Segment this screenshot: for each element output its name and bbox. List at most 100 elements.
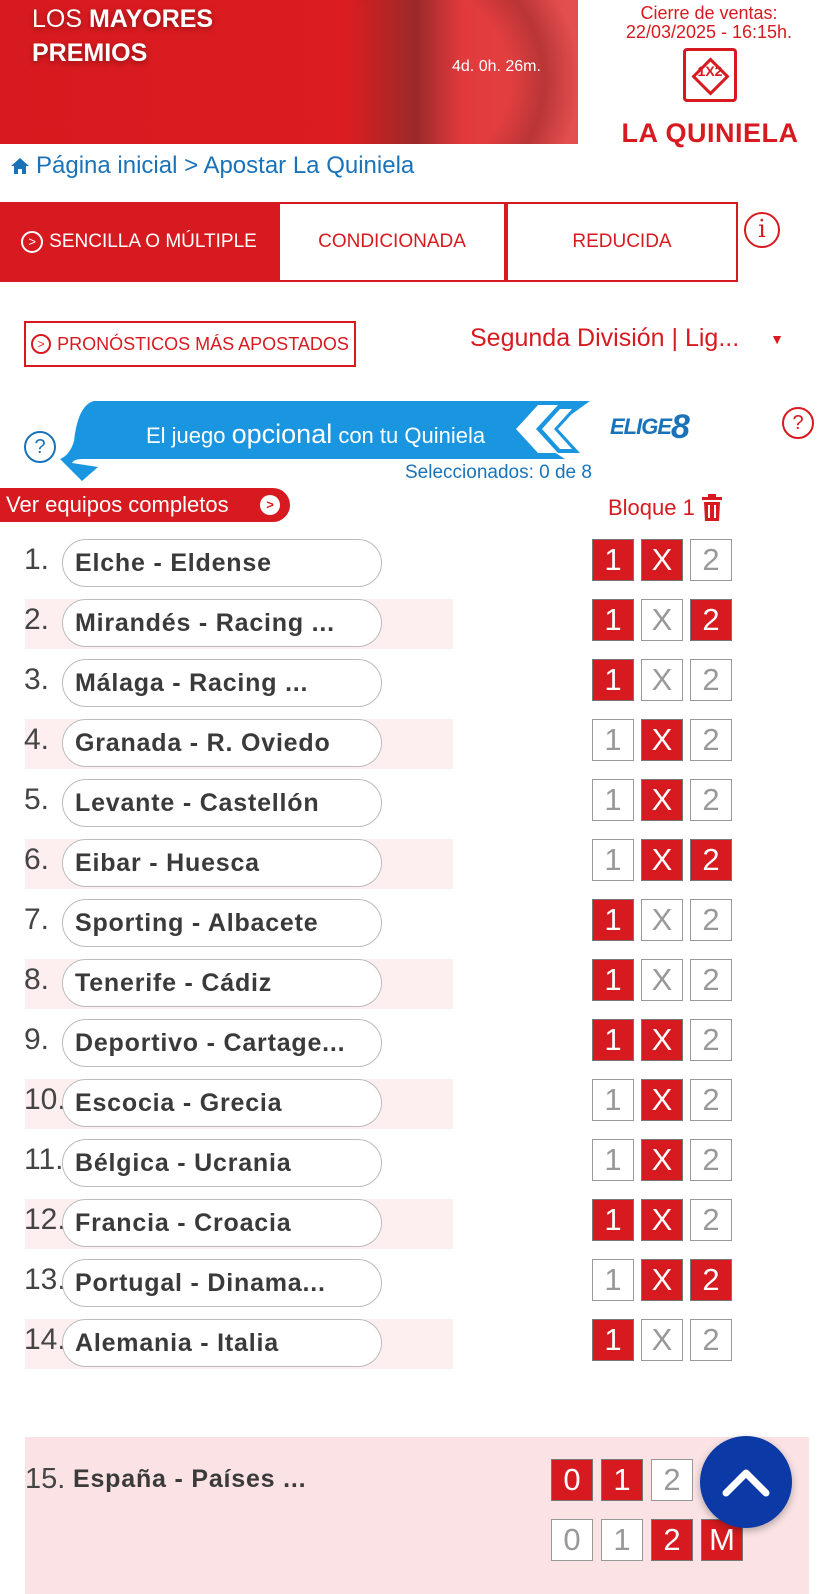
pleno-pick-2[interactable]: 2 [651,1519,693,1561]
breadcrumb[interactable]: Página inicial > Apostar La Quiniela [10,152,414,180]
pick-2[interactable]: 2 [690,899,732,941]
pick-1[interactable]: 1 [592,719,634,761]
elige8-text-b: opcional [231,419,333,449]
info-icon[interactable]: i [744,212,780,248]
pick-1[interactable]: 1 [592,839,634,881]
pick-x[interactable]: X [641,1019,683,1061]
chevron-right-circle-icon: > [260,495,280,515]
league-select[interactable]: Segunda División | Lig... ▼ [470,324,790,353]
breadcrumb-text[interactable]: Página inicial > Apostar La Quiniela [36,152,414,180]
promo-banner[interactable]: LOS MAYORES PREMIOS 4d. 0h. 26m. [0,0,578,144]
tab-condicionada[interactable]: CONDICIONADA [278,202,506,282]
pick-1[interactable]: 1 [592,599,634,641]
promo-bold: MAYORES [88,5,214,33]
match-number: 4. [24,723,50,756]
pick-group: 1X2 [592,959,739,1001]
match-teams[interactable]: España - Países ... [73,1465,306,1494]
pick-x[interactable]: X [641,719,683,761]
match-teams[interactable]: Portugal - Dinama... [62,1259,382,1307]
pick-1[interactable]: 1 [592,1079,634,1121]
scroll-to-top-button[interactable] [700,1436,792,1528]
pick-x[interactable]: X [641,959,683,1001]
logo-glyph: 1X2 [697,63,723,79]
popular-label: PRONÓSTICOS MÁS APOSTADOS [57,333,349,354]
home-icon [11,158,29,174]
pick-2[interactable]: 2 [690,839,732,881]
pleno-pick-0[interactable]: 0 [551,1459,593,1501]
pick-group: 1X2 [592,539,739,581]
match-teams[interactable]: Alemania - Italia [62,1319,382,1367]
match-teams[interactable]: Bélgica - Ucrania [62,1139,382,1187]
match-row: 14. Alemania - Italia 1 X 2 [0,1313,828,1373]
match-teams[interactable]: Málaga - Racing ... [62,659,382,707]
pick-1[interactable]: 1 [592,1259,634,1301]
pick-x[interactable]: X [641,899,683,941]
pick-2[interactable]: 2 [690,1319,732,1361]
pick-group: 1X2 [592,779,739,821]
pleno-pick-2[interactable]: 2 [651,1459,693,1501]
match-number: 15. [25,1463,66,1495]
pick-2[interactable]: 2 [690,1139,732,1181]
pick-1[interactable]: 1 [592,1319,634,1361]
pick-2[interactable]: 2 [690,1259,732,1301]
elige8-logo: ELIGE8 [610,408,690,447]
pick-x[interactable]: X [641,1079,683,1121]
pick-1[interactable]: 1 [592,959,634,1001]
pleno-pick-1[interactable]: 1 [601,1459,643,1501]
pick-2[interactable]: 2 [690,659,732,701]
match-teams[interactable]: Granada - R. Oviedo [62,719,382,767]
match-row: 6. Eibar - Huesca 1 X 2 [0,833,828,893]
match-number: 11. [24,1143,64,1176]
match-teams[interactable]: Eibar - Huesca [62,839,382,887]
tab-reducida[interactable]: REDUCIDA [506,202,738,282]
trash-icon[interactable] [701,494,723,522]
pick-x[interactable]: X [641,539,683,581]
match-teams[interactable]: Deportivo - Cartage... [62,1019,382,1067]
pick-1[interactable]: 1 [592,1139,634,1181]
pick-x[interactable]: X [641,599,683,641]
pleno-pick-1[interactable]: 1 [601,1519,643,1561]
promo-prefix: LOS [32,5,89,33]
match-teams[interactable]: Tenerife - Cádiz [62,959,382,1007]
pick-1[interactable]: 1 [592,1019,634,1061]
help-icon[interactable]: ? [24,431,56,463]
match-number: 1. [24,543,50,576]
pick-2[interactable]: 2 [690,719,732,761]
help-icon[interactable]: ? [782,407,814,439]
pick-2[interactable]: 2 [690,539,732,581]
pick-2[interactable]: 2 [690,1079,732,1121]
match-teams[interactable]: Escocia - Grecia [62,1079,382,1127]
match-row: 1. Elche - Eldense 1 X 2 [0,533,828,593]
match-row: 5. Levante - Castellón 1 X 2 [0,773,828,833]
match-teams[interactable]: Sporting - Albacete [62,899,382,947]
match-number: 7. [24,903,50,936]
pick-2[interactable]: 2 [690,1019,732,1061]
pick-2[interactable]: 2 [690,1199,732,1241]
pick-x[interactable]: X [641,1319,683,1361]
popular-predictions-button[interactable]: > PRONÓSTICOS MÁS APOSTADOS [24,321,356,367]
pick-1[interactable]: 1 [592,1199,634,1241]
pick-group: 1X2 [592,1079,739,1121]
pick-2[interactable]: 2 [690,599,732,641]
pick-2[interactable]: 2 [690,779,732,821]
pick-x[interactable]: X [641,839,683,881]
countdown: 4d. 0h. 26m. [452,58,541,75]
pick-2[interactable]: 2 [690,959,732,1001]
pick-x[interactable]: X [641,659,683,701]
pick-x[interactable]: X [641,1139,683,1181]
pick-x[interactable]: X [641,1199,683,1241]
pick-1[interactable]: 1 [592,659,634,701]
pleno-pick-0[interactable]: 0 [551,1519,593,1561]
match-teams[interactable]: Mirandés - Racing ... [62,599,382,647]
pick-1[interactable]: 1 [592,779,634,821]
pick-x[interactable]: X [641,779,683,821]
pick-1[interactable]: 1 [592,539,634,581]
pick-1[interactable]: 1 [592,899,634,941]
match-teams[interactable]: Levante - Castellón [62,779,382,827]
tab-sencilla-multiple[interactable]: > SENCILLA O MÚLTIPLE [0,202,278,282]
match-row: 4. Granada - R. Oviedo 1 X 2 [0,713,828,773]
view-full-teams-button[interactable]: Ver equipos completos > [0,488,290,522]
match-teams[interactable]: Francia - Croacia [62,1199,382,1247]
match-teams[interactable]: Elche - Eldense [62,539,382,587]
pick-x[interactable]: X [641,1259,683,1301]
